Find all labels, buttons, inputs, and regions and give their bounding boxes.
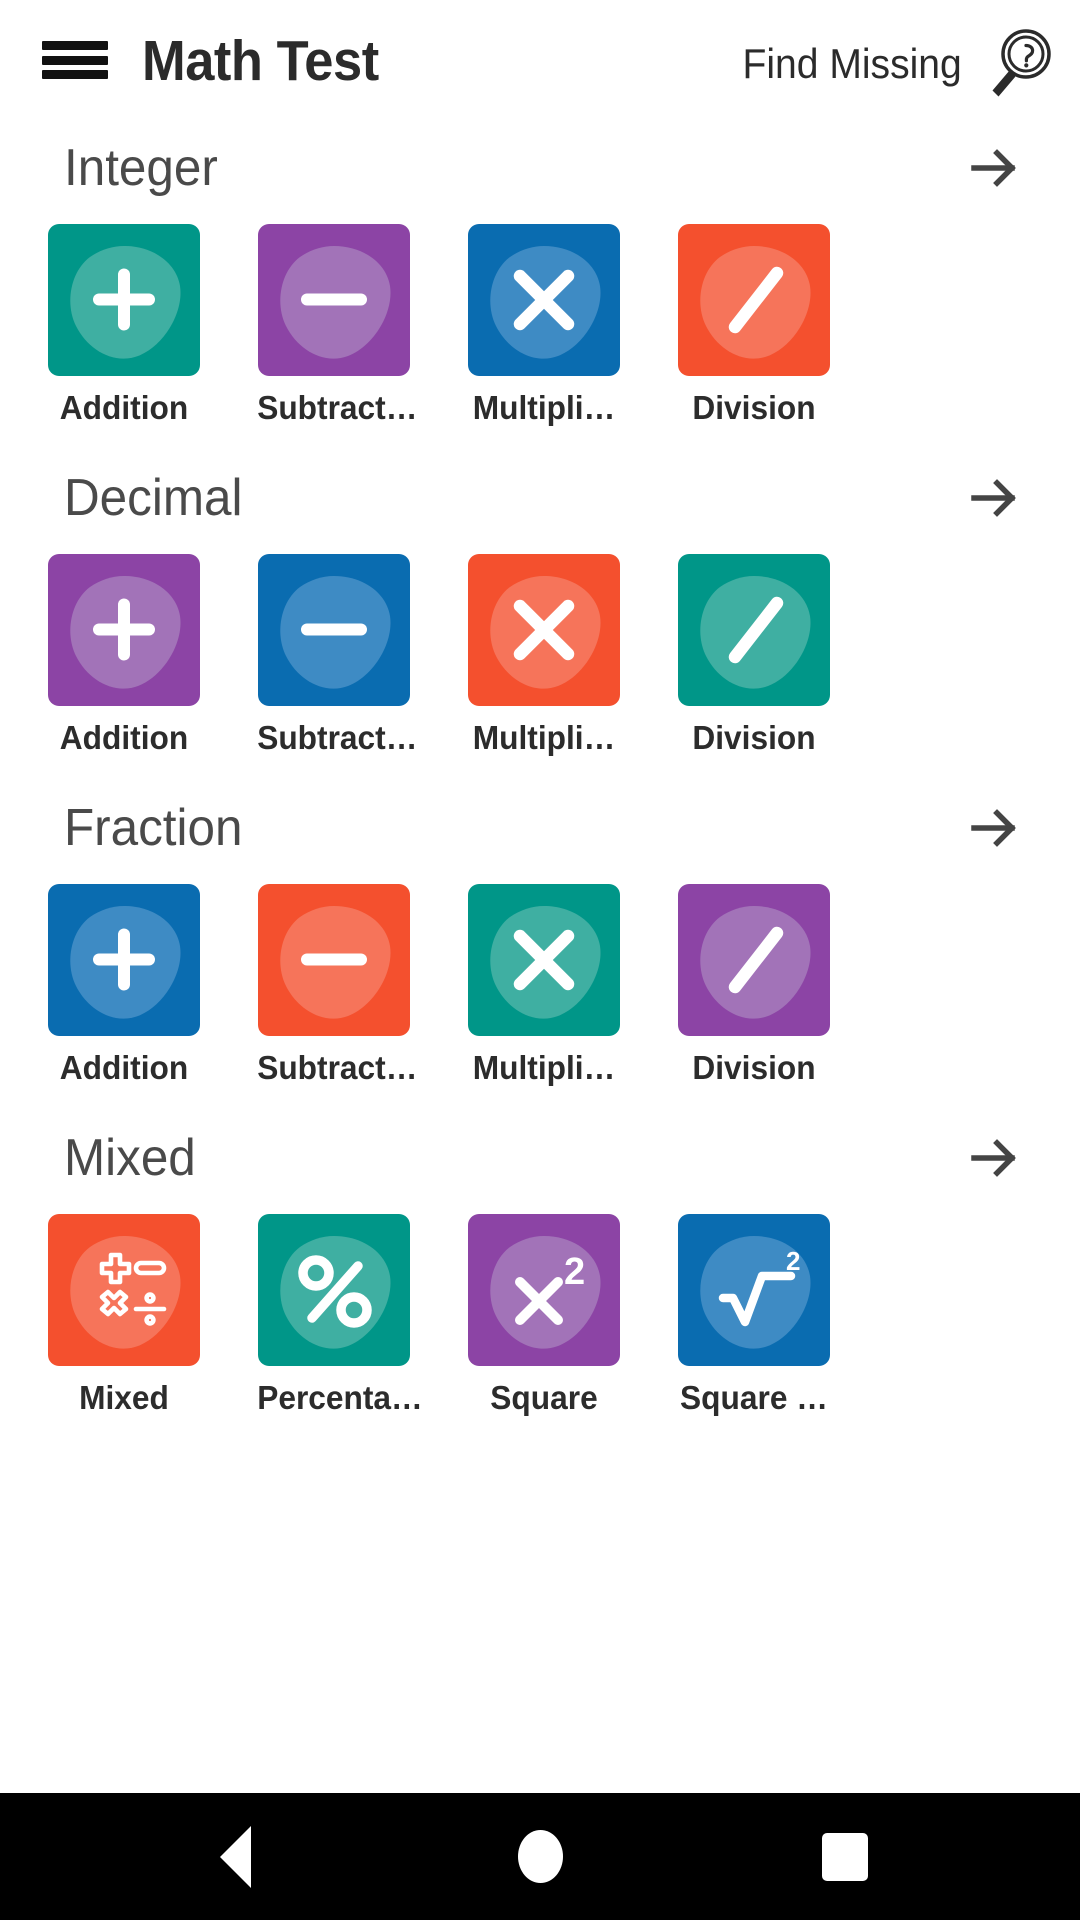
tile-addition-button[interactable]: Addition	[44, 554, 204, 757]
section-header: Decimal	[0, 458, 1080, 554]
tile-symbol-slash-icon	[728, 596, 784, 664]
arrow-right-icon[interactable]	[966, 140, 1022, 196]
tile-label: Multipli…	[472, 719, 616, 756]
nav-back-button[interactable]	[155, 1793, 315, 1920]
tile-label: Division	[692, 1049, 816, 1086]
tile-symbol-plus-icon	[93, 598, 155, 661]
tile-square-button[interactable]: 2 Square …	[674, 1214, 834, 1417]
section-title: Mixed	[64, 1129, 196, 1187]
section-header: Mixed	[0, 1118, 1080, 1214]
tile-addition-button[interactable]: Addition	[44, 884, 204, 1087]
tile-symbol-mixed-ops-icon	[99, 1252, 167, 1326]
page-title: Math Test	[142, 29, 379, 93]
svg-text:2: 2	[786, 1246, 800, 1276]
tile-division-button[interactable]: Division	[674, 554, 834, 757]
tile-surface[interactable]	[258, 224, 410, 376]
section-integer: Integer Addition Subtract… Multipli… Divisio…	[0, 128, 1080, 464]
tile-label: Mixed	[79, 1379, 169, 1416]
tile-symbol-times-icon	[513, 599, 575, 661]
section-decimal: Decimal Addition Subtract… Multipli… Divisio…	[0, 458, 1080, 794]
tile-symbol-minus-icon	[301, 623, 367, 636]
nav-home-button[interactable]	[460, 1793, 620, 1920]
tile-subtract-button[interactable]: Subtract…	[254, 224, 418, 427]
tile-subtract-button[interactable]: Subtract…	[254, 884, 418, 1087]
tile-symbol-plus-icon	[93, 928, 155, 991]
tile-label: Percenta…	[257, 1379, 423, 1416]
tile-symbol-times-icon	[513, 929, 575, 991]
tile-surface[interactable]	[678, 554, 830, 706]
tile-surface[interactable]	[48, 884, 200, 1036]
back-triangle-icon	[219, 1825, 251, 1888]
tile-label: Multipli…	[472, 1049, 616, 1086]
tile-symbol-minus-icon	[301, 293, 367, 306]
hamburger-menu-icon[interactable]	[42, 38, 110, 82]
search-question-icon[interactable]	[976, 28, 1058, 102]
tile-label: Subtract…	[257, 1049, 418, 1086]
find-missing-label[interactable]: Find Missing	[743, 40, 962, 88]
tile-surface[interactable]	[678, 884, 830, 1036]
tile-label: Addition	[59, 389, 189, 426]
tile-surface[interactable]	[468, 884, 620, 1036]
tile-label: Square	[490, 1379, 598, 1416]
tile-symbol-plus-icon	[93, 268, 155, 331]
tile-surface[interactable]	[258, 554, 410, 706]
app-screen: Math Test Find Missing Integer Addition Su…	[0, 0, 1080, 1920]
section-header: Integer	[0, 128, 1080, 224]
tile-symbol-percent-icon	[298, 1255, 372, 1328]
tile-mixed-button[interactable]: Mixed	[44, 1214, 204, 1417]
home-circle-icon	[517, 1830, 563, 1883]
tile-surface[interactable]	[48, 224, 200, 376]
tile-addition-button[interactable]: Addition	[44, 224, 204, 427]
tile-surface[interactable]: 2	[678, 1214, 830, 1366]
tile-row: Addition Subtract… Multipli… Division	[0, 884, 1080, 1124]
tile-symbol-square-root-icon: 2	[718, 1246, 800, 1327]
tile-surface[interactable]	[678, 224, 830, 376]
tile-multipli-button[interactable]: Multipli…	[464, 554, 624, 757]
section-header: Fraction	[0, 788, 1080, 884]
section-title: Decimal	[64, 469, 243, 527]
arrow-right-icon[interactable]	[966, 1130, 1022, 1186]
tile-surface[interactable]	[48, 554, 200, 706]
app-header: Math Test Find Missing	[0, 0, 1080, 118]
tile-surface[interactable]	[468, 224, 620, 376]
nav-recents-button[interactable]	[765, 1793, 925, 1920]
tile-surface[interactable]	[258, 884, 410, 1036]
tile-percenta-button[interactable]: Percenta…	[254, 1214, 423, 1417]
section-title: Fraction	[64, 799, 243, 857]
arrow-right-icon[interactable]	[966, 470, 1022, 526]
tile-row: Addition Subtract… Multipli… Division	[0, 224, 1080, 464]
arrow-right-icon[interactable]	[966, 800, 1022, 856]
section-mixed: Mixed Mixed Percenta… 2 Square 2 Square …	[0, 1118, 1080, 1454]
tile-division-button[interactable]: Division	[674, 224, 834, 427]
tile-label: Square …	[680, 1379, 828, 1416]
recents-square-icon	[822, 1832, 868, 1881]
tile-label: Subtract…	[257, 719, 418, 756]
tile-surface[interactable]	[468, 554, 620, 706]
svg-text:2: 2	[564, 1251, 585, 1293]
tile-label: Addition	[59, 719, 189, 756]
tile-symbol-slash-icon	[728, 926, 784, 994]
tile-symbol-times-icon	[513, 269, 575, 331]
tile-symbol-slash-icon	[728, 266, 784, 334]
tile-label: Division	[692, 389, 816, 426]
section-fraction: Fraction Addition Subtract… Multipli… Divisi…	[0, 788, 1080, 1124]
tile-row: Mixed Percenta… 2 Square 2 Square …	[0, 1214, 1080, 1454]
tile-label: Multipli…	[472, 389, 616, 426]
tile-label: Division	[692, 719, 816, 756]
tile-surface[interactable]	[48, 1214, 200, 1366]
tile-subtract-button[interactable]: Subtract…	[254, 554, 418, 757]
tile-symbol-x-squared-icon: 2	[515, 1251, 585, 1325]
tile-surface[interactable]: 2	[468, 1214, 620, 1366]
tile-division-button[interactable]: Division	[674, 884, 834, 1087]
tile-symbol-minus-icon	[301, 953, 367, 966]
tile-row: Addition Subtract… Multipli… Division	[0, 554, 1080, 794]
tile-square-button[interactable]: 2 Square	[464, 1214, 624, 1417]
tile-surface[interactable]	[258, 1214, 410, 1366]
tile-multipli-button[interactable]: Multipli…	[464, 224, 624, 427]
section-title: Integer	[64, 139, 218, 197]
tile-label: Addition	[59, 1049, 189, 1086]
tile-multipli-button[interactable]: Multipli…	[464, 884, 624, 1087]
tile-label: Subtract…	[257, 389, 418, 426]
android-navigation-bar	[0, 1793, 1080, 1920]
